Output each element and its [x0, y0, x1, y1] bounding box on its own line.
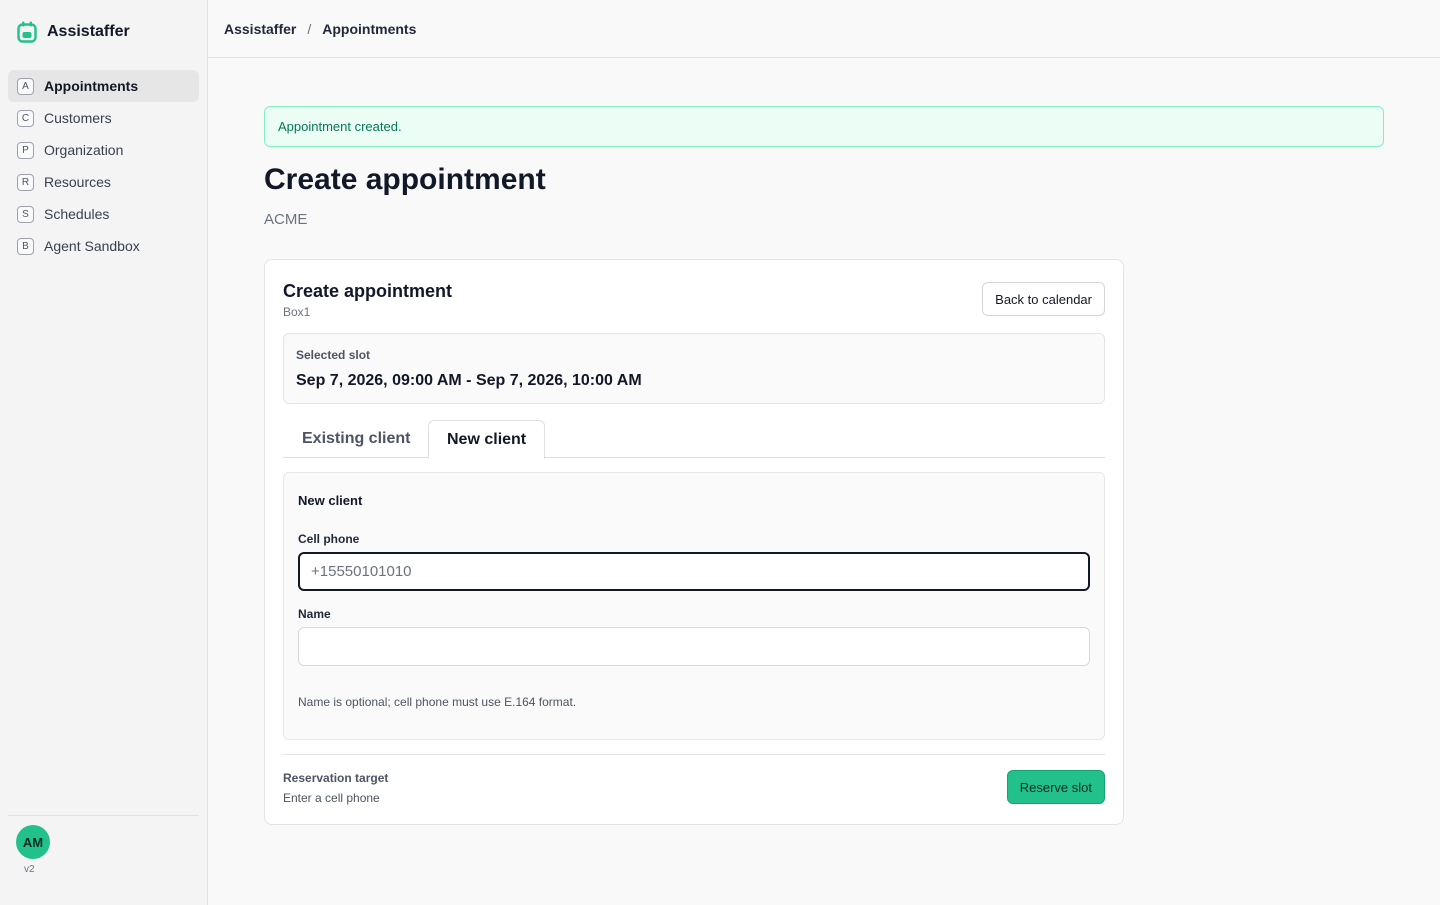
sidebar-item-label: Appointments	[44, 78, 139, 94]
selected-slot-value: Sep 7, 2026, 09:00 AM - Sep 7, 2026, 10:…	[296, 372, 642, 389]
selected-slot-label: Selected slot	[296, 348, 371, 362]
breadcrumb: Assistaffer / Appointments	[208, 0, 1440, 58]
shortcut-key-icon: A	[17, 77, 34, 95]
tab-existing-client[interactable]: Existing client	[284, 420, 428, 458]
sidebar-nav: A Appointments C Customers P Organizatio…	[8, 70, 199, 262]
name-label: Name	[298, 607, 331, 621]
version-label: v2	[24, 864, 35, 875]
page-title: Create appointment	[264, 163, 546, 196]
shortcut-key-icon: R	[17, 173, 34, 191]
breadcrumb-root[interactable]: Assistaffer	[224, 21, 296, 37]
sidebar: Assistaffer A Appointments C Customers P…	[0, 0, 208, 905]
breadcrumb-current: Appointments	[322, 20, 417, 37]
brand[interactable]: Assistaffer	[17, 21, 130, 43]
name-input[interactable]	[298, 627, 1090, 666]
sidebar-item-customers[interactable]: C Customers	[8, 102, 199, 134]
sidebar-item-agent-sandbox[interactable]: B Agent Sandbox	[8, 230, 199, 262]
calendar-icon	[17, 21, 37, 43]
sidebar-item-resources[interactable]: R Resources	[8, 166, 199, 198]
shortcut-key-icon: S	[17, 205, 34, 223]
sidebar-item-label: Schedules	[44, 206, 110, 222]
sidebar-divider	[8, 815, 199, 816]
shortcut-key-icon: B	[17, 237, 34, 255]
reservation-target-label: Reservation target	[283, 771, 389, 785]
avatar[interactable]: AM	[16, 825, 50, 859]
form-heading: New client	[298, 493, 363, 508]
tab-new-client[interactable]: New client	[428, 420, 546, 459]
client-tabs: Existing client New client	[283, 420, 1105, 459]
sidebar-item-label: Organization	[44, 142, 124, 158]
new-client-form: New client Cell phone Name Name is optio…	[283, 472, 1105, 740]
sidebar-item-label: Customers	[44, 110, 112, 126]
cell-phone-input[interactable]	[298, 552, 1090, 591]
sidebar-item-organization[interactable]: P Organization	[8, 134, 199, 166]
brand-name: Assistaffer	[47, 23, 130, 40]
shortcut-key-icon: P	[17, 141, 34, 159]
sidebar-item-label: Resources	[44, 174, 111, 190]
card-divider	[283, 754, 1105, 755]
success-alert: Appointment created.	[264, 106, 1384, 147]
back-to-calendar-button[interactable]: Back to calendar	[982, 282, 1105, 316]
reservation-target-value: Enter a cell phone	[283, 791, 380, 805]
create-appointment-card: Create appointment Box1 Back to calendar…	[264, 259, 1124, 825]
page-subtitle: ACME	[264, 211, 308, 228]
card-subtitle: Box1	[283, 305, 311, 319]
selected-slot-panel: Selected slot Sep 7, 2026, 09:00 AM - Se…	[283, 333, 1105, 404]
form-hint: Name is optional; cell phone must use E.…	[298, 695, 577, 709]
reserve-slot-button[interactable]: Reserve slot	[1006, 770, 1105, 804]
cell-phone-label: Cell phone	[298, 532, 360, 546]
sidebar-item-schedules[interactable]: S Schedules	[8, 198, 199, 230]
sidebar-item-appointments[interactable]: A Appointments	[8, 70, 199, 102]
breadcrumb-separator: /	[307, 20, 312, 37]
sidebar-item-label: Agent Sandbox	[44, 238, 140, 254]
card-title: Create appointment	[283, 281, 453, 301]
shortcut-key-icon: C	[17, 109, 34, 127]
